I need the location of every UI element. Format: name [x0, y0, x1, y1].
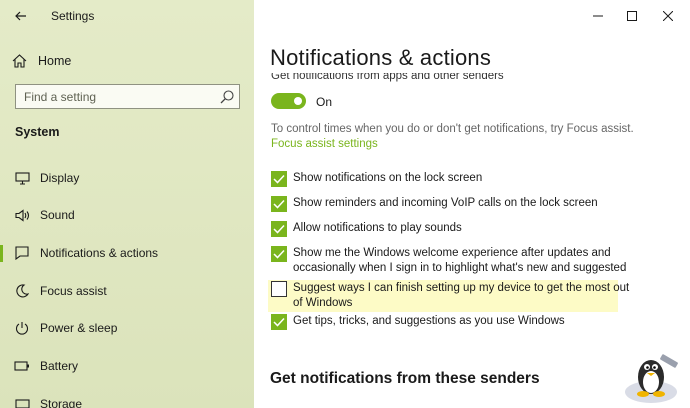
checkmark-icon — [273, 199, 285, 209]
sidebar-item-label: Storage — [40, 397, 83, 408]
get-notifications-label: Get notifications from apps and other se… — [271, 73, 504, 82]
notification-icon — [14, 245, 30, 261]
speaker-icon — [14, 207, 30, 223]
search-icon[interactable] — [219, 89, 235, 105]
checkbox-label-line: Suggest ways I can finish setting up my … — [293, 282, 630, 294]
checkbox[interactable] — [271, 221, 287, 237]
checkbox-label-line: Show me the Windows welcome experience a… — [293, 247, 611, 259]
sidebar-item-label: Power & sleep — [40, 321, 118, 335]
checkbox[interactable] — [271, 314, 287, 330]
page-title: Notifications & actions — [270, 45, 492, 70]
checkbox[interactable] — [271, 171, 287, 187]
notifications-toggle[interactable] — [271, 93, 306, 109]
checkbox[interactable] — [271, 246, 287, 262]
checkbox-label: Show notifications on the lock screen — [293, 172, 483, 184]
sidebar-item-focus-assist[interactable]: Focus assist — [0, 277, 254, 305]
checkbox-label: Suggest ways I can finish setting up my … — [293, 281, 629, 310]
sidebar: Settings Home System Display Sound Notif… — [0, 0, 254, 408]
storage-icon — [14, 396, 30, 408]
moon-icon — [14, 283, 30, 299]
checkbox-label: Show me the Windows welcome experience a… — [293, 246, 626, 275]
sidebar-item-storage[interactable]: Storage — [0, 390, 254, 408]
checkbox[interactable] — [271, 196, 287, 212]
senders-heading: Get notifications from these senders — [270, 370, 540, 387]
home-nav[interactable]: Home — [12, 51, 71, 71]
sidebar-item-battery[interactable]: Battery — [0, 352, 254, 380]
checkbox-tips-tricks[interactable]: Get tips, tricks, and suggestions as you… — [271, 314, 565, 330]
section-heading-system: System — [15, 125, 60, 139]
back-arrow-icon — [15, 11, 26, 21]
power-icon — [14, 320, 30, 336]
sidebar-item-display[interactable]: Display — [0, 164, 254, 192]
checkbox-label: Allow notifications to play sounds — [293, 222, 462, 234]
sidebar-item-sound[interactable]: Sound — [0, 201, 254, 229]
checkmark-icon — [273, 249, 285, 259]
tux-logo-watermark — [625, 354, 678, 403]
focus-assist-help-text: To control times when you do or don't ge… — [271, 123, 634, 135]
sidebar-item-label: Focus assist — [40, 284, 107, 298]
sidebar-item-notifications[interactable]: Notifications & actions — [0, 239, 254, 267]
battery-icon — [14, 358, 30, 374]
checkbox-label: Get tips, tricks, and suggestions as you… — [293, 315, 565, 327]
checkbox-suggest-setup[interactable]: Suggest ways I can finish setting up my … — [271, 281, 629, 310]
home-icon — [12, 54, 27, 68]
checkmark-icon — [273, 224, 285, 234]
display-icon — [14, 170, 30, 186]
checkbox-welcome-experience[interactable]: Show me the Windows welcome experience a… — [271, 246, 626, 275]
checkbox-label-line: of Windows — [293, 296, 353, 309]
back-button[interactable] — [10, 6, 32, 26]
main-content: Notifications & actions Get notification… — [254, 0, 690, 408]
checkbox-lock-screen-notifications[interactable]: Show notifications on the lock screen — [271, 171, 482, 187]
close-icon — [663, 11, 673, 21]
focus-assist-settings-link[interactable]: Focus assist settings — [271, 138, 378, 150]
minimize-icon — [593, 15, 603, 17]
search-box[interactable] — [15, 84, 240, 109]
checkmark-icon — [273, 317, 285, 327]
checkbox-voip-reminders[interactable]: Show reminders and incoming VoIP calls o… — [271, 196, 598, 212]
toggle-knob — [294, 97, 302, 105]
checkbox-label: Show reminders and incoming VoIP calls o… — [293, 197, 598, 209]
home-label: Home — [38, 54, 72, 68]
title-bar: Settings — [0, 0, 254, 32]
toggle-state-label: On — [316, 95, 333, 109]
app-title: Settings — [51, 9, 95, 23]
checkbox-label-line: occasionally when I sign in to highlight… — [293, 261, 627, 274]
sidebar-item-power-sleep[interactable]: Power & sleep — [0, 314, 254, 342]
sidebar-item-label: Display — [40, 171, 80, 185]
checkmark-icon — [273, 174, 285, 184]
sidebar-item-label: Battery — [40, 359, 79, 373]
checkbox[interactable] — [271, 281, 287, 297]
search-input[interactable] — [16, 85, 206, 108]
sidebar-item-label: Notifications & actions — [40, 246, 159, 260]
maximize-icon — [627, 11, 637, 21]
sidebar-item-label: Sound — [40, 208, 75, 222]
active-indicator — [0, 245, 3, 262]
close-button[interactable] — [646, 0, 690, 32]
checkbox-play-sounds[interactable]: Allow notifications to play sounds — [271, 221, 462, 237]
